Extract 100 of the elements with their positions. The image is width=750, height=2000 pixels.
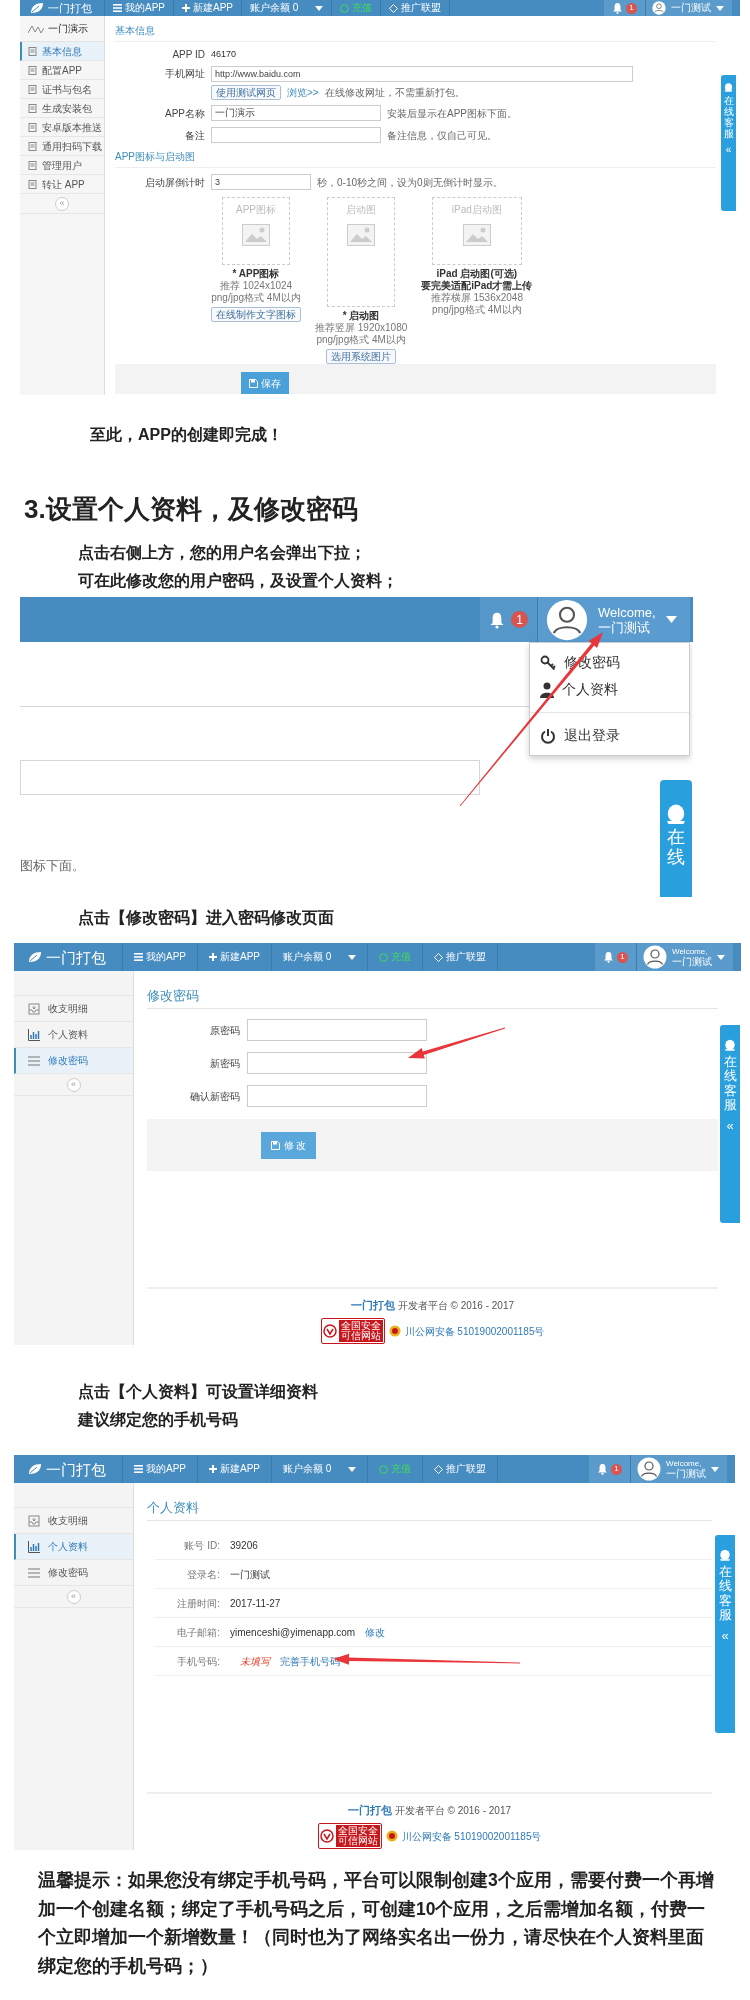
collapse-button[interactable]: « — [55, 196, 69, 211]
sidebar-item[interactable]: 安卓版本推送 — [20, 118, 104, 137]
nav-link[interactable]: 账户余额 0 — [272, 943, 369, 971]
section-heading: 3.设置个人资料，及修改密码 — [24, 493, 359, 526]
sidebar-item[interactable]: 收支明细 — [14, 996, 133, 1022]
instruction-text: 点击右侧上方，您的用户名会弹出下拉； — [78, 543, 367, 563]
text-field[interactable] — [20, 760, 480, 795]
caret-icon — [348, 1466, 357, 1472]
password-field[interactable] — [247, 1085, 427, 1107]
online-support-tab[interactable]: 在线客服 « — [721, 75, 736, 211]
app-name-field[interactable]: 一门演示 — [211, 105, 381, 121]
field-value: 一门测试 — [230, 1567, 270, 1582]
field-label: 注册时间: — [176, 1596, 220, 1611]
dropdown-item[interactable]: 退出登录 — [530, 722, 689, 749]
save-button[interactable]: 保存 — [241, 372, 289, 394]
police-emblem-icon — [385, 1830, 398, 1842]
collapse-button[interactable]: « — [66, 1589, 81, 1604]
online-support-tab[interactable]: 在线客服 « — [720, 1025, 740, 1223]
sidebar-item[interactable]: 修改密码 — [14, 1048, 133, 1074]
field-value: 46170 — [211, 47, 237, 61]
upload-note: png/jpg格式 4M以内 — [432, 304, 522, 316]
nav-link[interactable]: 新建APP — [174, 0, 243, 16]
upload-box-label: 启动图 — [346, 204, 377, 216]
record-number-link[interactable]: 川公网安备 51019002001185号 — [404, 1323, 545, 1339]
diamond-icon — [389, 3, 399, 13]
user-menu-button[interactable]: Welcome, 一门测试 — [637, 943, 733, 971]
document-icon — [28, 46, 37, 56]
notification-badge: 1 — [611, 1463, 622, 1475]
password-field[interactable] — [247, 1052, 427, 1074]
notification-badge: 1 — [617, 951, 628, 963]
sidebar-item[interactable]: 修改密码 — [14, 1560, 133, 1586]
field-value: 39206 — [230, 1538, 258, 1553]
document-icon — [28, 160, 37, 170]
submit-button[interactable]: 修 改 — [261, 1131, 316, 1159]
countdown-field[interactable]: 3 — [211, 174, 311, 190]
bar-chart-icon — [28, 1028, 40, 1041]
sidebar-item[interactable]: 管理用户 — [20, 156, 104, 175]
nav-link[interactable]: 账户余额 0 — [272, 1455, 369, 1483]
sidebar-item[interactable]: 生成安装包 — [20, 99, 104, 118]
caret-icon — [665, 616, 677, 623]
field-label: 备注 — [184, 128, 205, 143]
menu-icon — [113, 4, 122, 12]
document-icon — [28, 122, 37, 132]
bell-icon — [612, 2, 623, 14]
upload-box[interactable]: iPad启动图 — [431, 197, 522, 265]
sidebar-item[interactable]: 转让 APP — [20, 175, 104, 194]
edit-link[interactable]: 修改 — [365, 1624, 386, 1640]
upload-box[interactable]: 启动图 — [327, 197, 396, 307]
nav-link[interactable]: 推广联盟 — [423, 943, 499, 971]
upload-caption: * APP图标 — [232, 268, 280, 280]
nav-link[interactable]: 新建APP — [198, 943, 273, 971]
field-label: 新密码 — [209, 1056, 240, 1071]
section-title: 基本信息 — [115, 20, 716, 42]
sidebar-item[interactable]: 配置APP — [20, 61, 104, 80]
record-number-link[interactable]: 川公网安备 51019002001185号 — [401, 1828, 542, 1844]
field-label: 电子邮箱: — [176, 1625, 220, 1640]
nav-link[interactable]: 推广联盟 — [423, 1455, 499, 1483]
avatar-icon — [643, 945, 667, 969]
online-support-tab[interactable]: 在线客服 « — [715, 1535, 735, 1733]
notification-badge: 1 — [511, 611, 528, 628]
upload-box[interactable]: APP图标 — [222, 197, 290, 265]
menu-icon — [134, 1465, 143, 1473]
nav-link[interactable]: 账户余额 0 — [242, 0, 333, 16]
online-support-tab[interactable]: 在线 — [660, 780, 692, 897]
upload-action-button[interactable]: 在线制作文字图标 — [211, 307, 301, 322]
upload-action-button[interactable]: 选用系统图片 — [326, 349, 397, 364]
nav-link[interactable]: 充值 — [332, 0, 382, 16]
caret-icon — [711, 1466, 719, 1472]
nav-link[interactable]: 新建APP — [198, 1455, 273, 1483]
bell-icon — [603, 951, 614, 963]
bar-chart-icon — [28, 1540, 40, 1553]
edit-link[interactable]: 完善手机号码 — [280, 1653, 340, 1669]
upload-box-label: APP图标 — [236, 204, 276, 216]
police-emblem-icon — [388, 1325, 401, 1337]
url-field[interactable]: http://www.baidu.com — [211, 65, 633, 82]
nav-link[interactable]: 充值 — [368, 943, 424, 971]
test-page-button[interactable]: 使用测试网页 — [211, 85, 281, 100]
user-menu-button[interactable]: Welcome, 一门测试 — [538, 597, 690, 642]
page-title: 修改密码 — [147, 987, 718, 1009]
upload-note: 推荐 1024x1024 — [219, 280, 293, 292]
collapse-button[interactable]: « — [66, 1077, 81, 1092]
leaf-icon — [28, 1463, 42, 1475]
shield-emblem-icon — [322, 1324, 337, 1338]
nav-link[interactable]: 推广联盟 — [381, 0, 451, 16]
sidebar-item[interactable]: 证书与包名 — [20, 80, 104, 99]
copyright-text: 一门打包 开发者平台 © 2016 - 2017 — [350, 1298, 515, 1313]
upload-caption: 要完美适配iPad才需上传 — [421, 280, 533, 292]
nav-link[interactable]: 我的APP — [105, 0, 174, 16]
key-icon — [540, 654, 556, 671]
browse-link[interactable]: 浏览>> — [287, 85, 319, 100]
image-placeholder-icon — [242, 224, 270, 246]
remark-field[interactable] — [211, 127, 381, 143]
password-field[interactable] — [247, 1019, 427, 1041]
sidebar-item[interactable]: 个人资料 — [14, 1534, 133, 1560]
user-menu-button[interactable]: Welcome, 一门测试 — [631, 1455, 727, 1483]
sidebar-item[interactable]: 基本信息 — [20, 42, 104, 61]
bell-icon — [489, 610, 505, 629]
user-menu-button[interactable]: 一门测试 — [646, 0, 732, 16]
sidebar-item[interactable]: 通用扫码下载 — [20, 137, 104, 156]
nav-link[interactable]: 充值 — [368, 1455, 424, 1483]
